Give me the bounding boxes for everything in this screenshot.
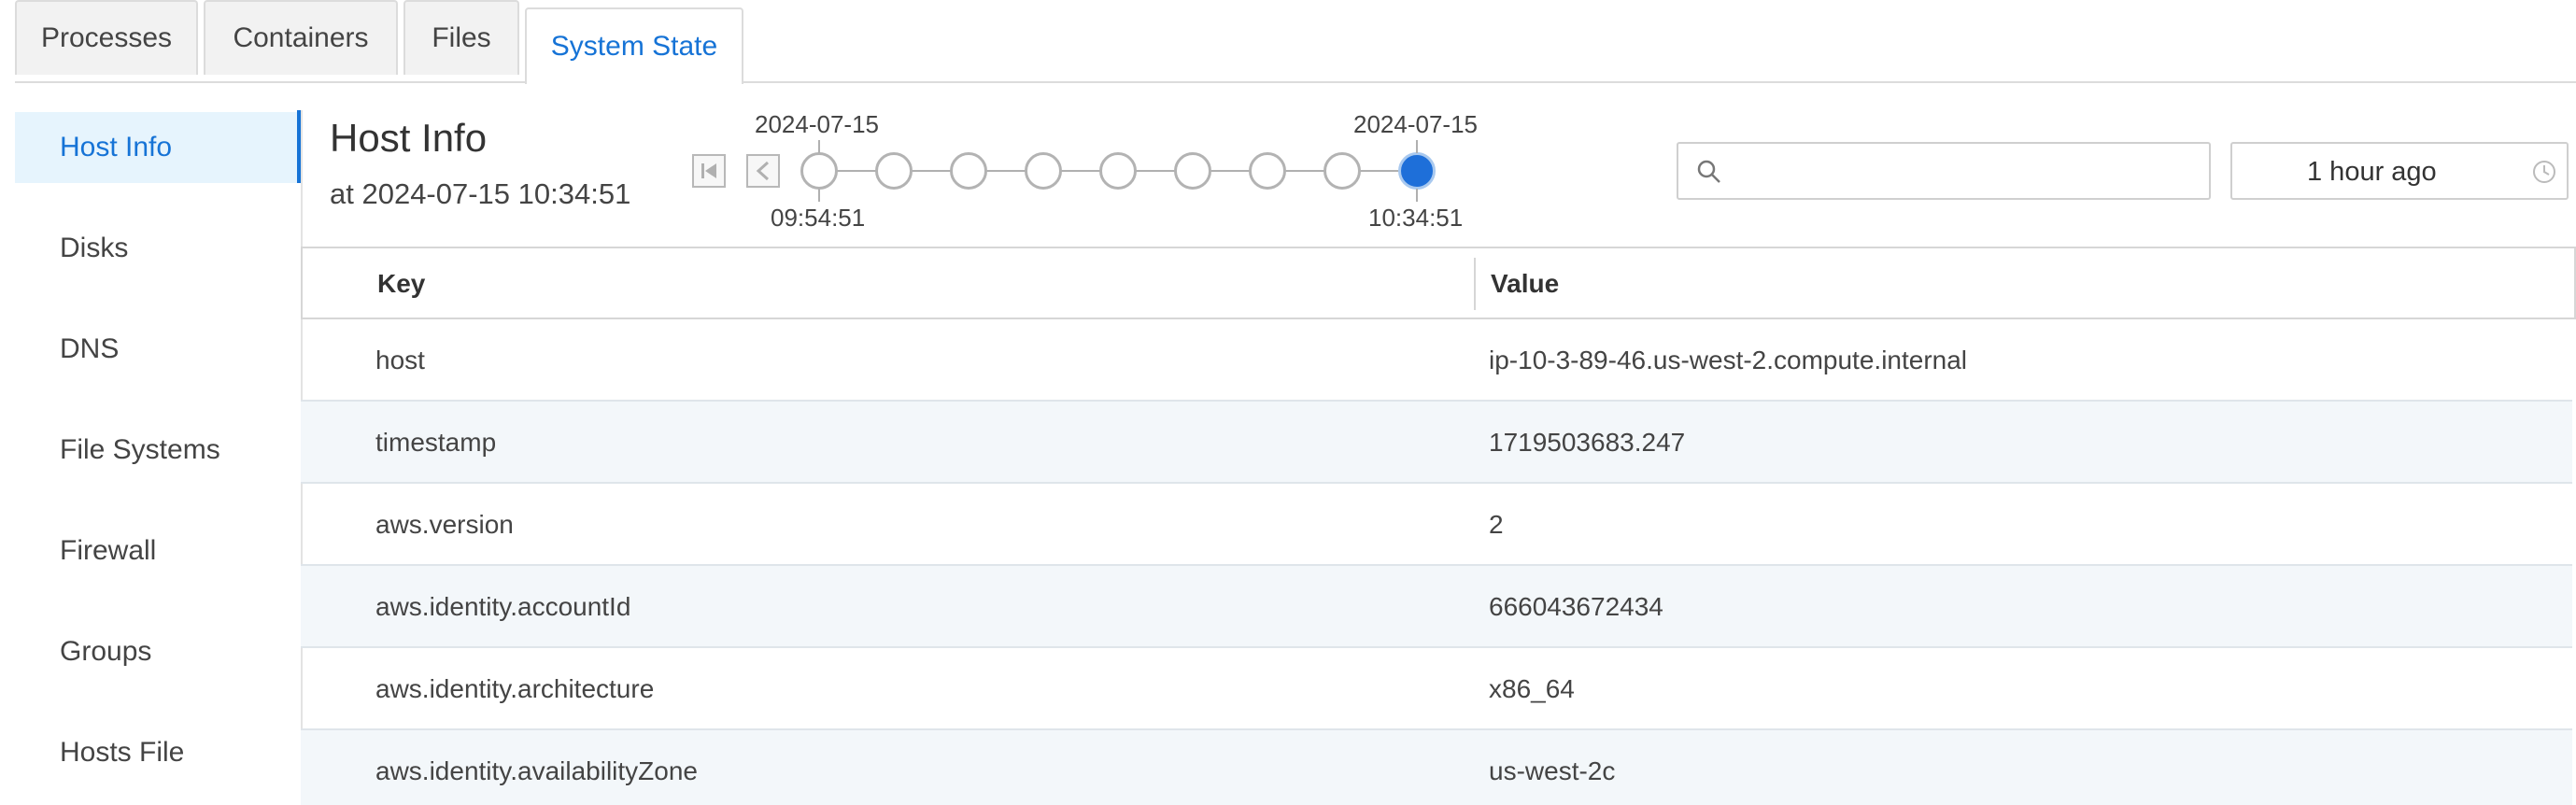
timeline-end-time: 10:34:51 (1368, 204, 1464, 232)
search-input[interactable] (1734, 151, 2201, 192)
timeline-end-tick-bottom (1416, 189, 1418, 202)
timeline-node[interactable] (950, 152, 987, 190)
timeline-node[interactable] (1249, 152, 1286, 190)
tabbar-divider (15, 81, 2576, 83)
table-row[interactable]: timestamp 1719503683.247 (301, 402, 2572, 484)
tab-containers[interactable]: Containers (204, 0, 398, 75)
timeline-node[interactable] (1099, 152, 1137, 190)
sidebar-item-hosts-file[interactable]: Hosts File (15, 717, 301, 788)
row-value: ip-10-3-89-46.us-west-2.compute.internal (1489, 346, 1968, 374)
table-row[interactable]: aws.identity.accountId 666043672434 (301, 566, 2572, 648)
timeline-end-date: 2024-07-15 (1353, 110, 1478, 138)
tab-processes[interactable]: Processes (15, 0, 198, 75)
row-value: 1719503683.247 (1489, 428, 1686, 457)
timeline-node[interactable] (1323, 152, 1361, 190)
page-subtitle: at 2024-07-15 10:34:51 (330, 177, 631, 210)
timeline-start-date: 2024-07-15 (755, 110, 879, 138)
row-value: 2 (1489, 510, 1504, 539)
row-key: aws.identity.architecture (375, 674, 655, 703)
table-row[interactable]: aws.identity.availabilityZone us-west-2c (301, 730, 2572, 805)
sidebar-item-groups[interactable]: Groups (15, 616, 301, 687)
timeline-end-tick (1416, 140, 1418, 153)
sidebar-item-file-systems[interactable]: File Systems (15, 415, 301, 486)
host-info-table: Key Value host ip-10-3-89-46.us-west-2.co… (301, 247, 2576, 805)
page-title: Host Info (330, 116, 488, 160)
sidebar-item-firewall[interactable]: Firewall (15, 515, 301, 586)
chevron-left-icon (756, 161, 770, 181)
search-icon (1697, 160, 1720, 183)
time-range-value: 1 hour ago (2307, 157, 2437, 187)
timeline-first-button[interactable] (692, 154, 726, 188)
sidebar-item-disks[interactable]: Disks (15, 213, 301, 284)
row-value: us-west-2c (1489, 756, 1616, 785)
timeline-node[interactable] (1398, 152, 1436, 190)
row-key: timestamp (375, 428, 497, 457)
column-header-value[interactable]: Value (1491, 269, 1559, 299)
table-header: Key Value (301, 247, 2576, 319)
clock-icon (2533, 161, 2555, 183)
table-row[interactable]: host ip-10-3-89-46.us-west-2.compute.inte… (301, 319, 2572, 402)
timeline-node[interactable] (800, 152, 838, 190)
timeline-prev-button[interactable] (746, 154, 780, 188)
row-key: aws.identity.availabilityZone (375, 756, 698, 785)
row-key: aws.identity.accountId (375, 592, 631, 621)
sidebar-active-indicator (297, 110, 301, 183)
row-key: aws.version (375, 510, 514, 539)
sidebar-item-host-info[interactable]: Host Info (15, 112, 301, 183)
search-box[interactable] (1677, 142, 2211, 200)
timeline-node[interactable] (875, 152, 913, 190)
column-resize-handle[interactable] (1474, 258, 1476, 310)
timeline-start-time: 09:54:51 (771, 204, 866, 232)
table-row[interactable]: aws.version 2 (301, 484, 2572, 566)
timeline-start-tick-bottom (818, 189, 820, 202)
timeline-start-tick (818, 140, 820, 153)
sidebar: Host Info Disks DNS File Systems Firewal… (15, 112, 301, 805)
table-row[interactable]: aws.identity.architecture x86_64 (301, 648, 2572, 730)
tab-files[interactable]: Files (403, 0, 519, 75)
time-range-select[interactable]: 1 hour ago (2230, 142, 2569, 200)
row-key: host (375, 346, 425, 374)
tab-system-state[interactable]: System State (525, 7, 743, 84)
sidebar-item-dns[interactable]: DNS (15, 314, 301, 385)
timeline-node[interactable] (1025, 152, 1062, 190)
timeline-node[interactable] (1174, 152, 1211, 190)
row-value: 666043672434 (1489, 592, 1663, 621)
column-header-key[interactable]: Key (377, 269, 425, 299)
skip-to-first-icon (701, 163, 716, 178)
row-value: x86_64 (1489, 674, 1575, 703)
